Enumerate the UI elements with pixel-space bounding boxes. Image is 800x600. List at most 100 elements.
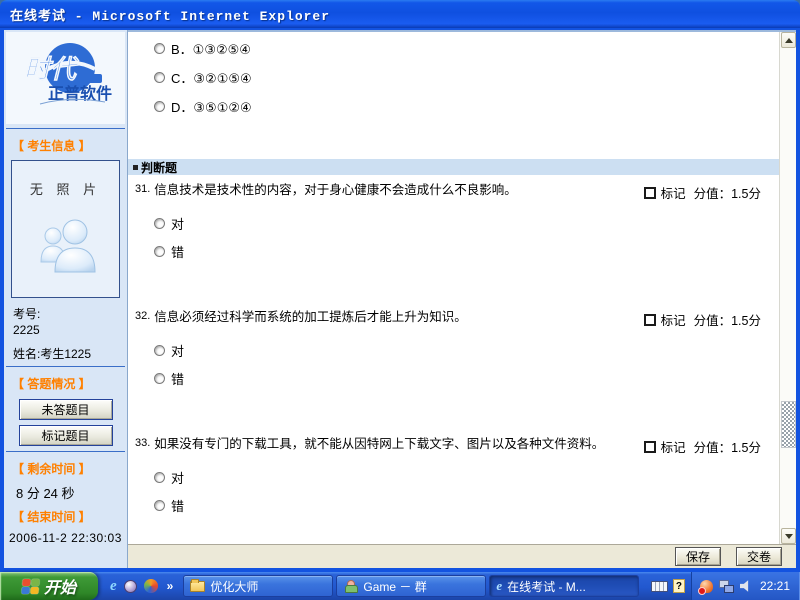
choice-label: 错 — [171, 242, 184, 261]
question-number: 31. — [135, 183, 150, 195]
radio-true[interactable] — [154, 472, 165, 483]
score-label: 分值：1.5分 — [694, 310, 761, 329]
logo-box: 时代 正普软件 — [6, 32, 125, 124]
option-label: B．①③②⑤④ — [171, 39, 251, 58]
task-button-online-exam[interactable]: e 在线考试 - M... — [489, 575, 639, 597]
radio-option-d[interactable] — [154, 101, 165, 112]
exam-sidebar: 时代 正普软件 【 考生信息 】 无 照 片 — [4, 30, 128, 568]
mark-label: 标记 — [661, 183, 686, 202]
choice-label: 对 — [171, 214, 184, 233]
divider — [6, 451, 125, 452]
keyboard-icon[interactable] — [651, 581, 668, 592]
examinee-info-header: 【 考生信息 】 — [4, 133, 127, 156]
question-text: 信息技术是技术性的内容，对于身心健康不会造成什么不良影响。 — [154, 183, 635, 198]
option-row-d[interactable]: D．③⑤①②④ — [154, 100, 779, 113]
submit-paper-button[interactable]: 交卷 — [736, 547, 782, 566]
option-row-c[interactable]: C．③②①⑤④ — [154, 71, 779, 84]
start-button[interactable]: 开始 — [0, 572, 98, 600]
option-label: C．③②①⑤④ — [171, 68, 252, 87]
ie-window: 在线考试 - Microsoft Internet Explorer 时代 正普… — [0, 0, 800, 572]
choice-row-false[interactable]: 错 — [154, 245, 779, 258]
window-body: 时代 正普软件 【 考生信息 】 无 照 片 — [0, 28, 800, 572]
qq-messenger-tray-icon[interactable] — [700, 580, 713, 593]
no-photo-label: 无 照 片 — [12, 179, 119, 198]
question-33: 33. 如果没有专门的下载工具，就不能从因特网上下载文字、图片以及各种文件资料。… — [128, 437, 779, 512]
task-button-area: 优化大师 Game － 群 e 在线考试 - M... — [181, 572, 645, 600]
exam-question-area: B．①③②⑤④ C．③②①⑤④ D．③⑤①②④ — [128, 32, 779, 544]
exam-no-label: 考号: — [13, 306, 118, 322]
section-header-judgement: 判断题 — [128, 159, 779, 175]
divider — [6, 366, 125, 367]
option-row-b[interactable]: B．①③②⑤④ — [154, 42, 779, 55]
scroll-down-button[interactable] — [781, 528, 796, 544]
question-number: 33. — [135, 437, 150, 449]
option-label: D．③⑤①②④ — [171, 97, 252, 116]
answer-status-header: 【 答题情况 】 — [4, 371, 127, 394]
mark-checkbox[interactable] — [644, 314, 656, 326]
mark-checkbox[interactable] — [644, 187, 656, 199]
vertical-scrollbar[interactable] — [779, 32, 796, 544]
task-button-game-group[interactable]: Game － 群 — [336, 575, 486, 597]
folder-icon — [190, 581, 205, 592]
radio-option-b[interactable] — [154, 43, 165, 54]
unanswered-questions-button[interactable]: 未答题目 — [19, 399, 113, 420]
bullet-icon — [133, 165, 138, 170]
radio-option-c[interactable] — [154, 72, 165, 83]
help-icon[interactable]: ? — [673, 579, 685, 593]
taskbar: 开始 e » 优化大师 Game － 群 e 在线考试 - M... ? — [0, 572, 800, 600]
end-time-header: 【 结束时间 】 — [4, 504, 127, 527]
mark-label: 标记 — [661, 437, 686, 456]
exam-no-value: 2225 — [13, 322, 118, 338]
task-button-youhua-dashi[interactable]: 优化大师 — [183, 575, 333, 597]
question-31: 31. 信息技术是技术性的内容，对于身心健康不会造成什么不良影响。 标记 分值：… — [128, 183, 779, 258]
footer-bar: 保存 交卷 — [128, 544, 796, 568]
svg-text:时代: 时代 — [24, 54, 80, 84]
arrow-down-icon — [785, 534, 793, 539]
radio-true[interactable] — [154, 345, 165, 356]
divider — [6, 128, 125, 129]
score-label: 分值：1.5分 — [694, 183, 761, 202]
mark-label: 标记 — [661, 310, 686, 329]
messenger-icon[interactable] — [124, 580, 137, 593]
group-chat-icon — [343, 580, 358, 593]
zhengpu-software-logo: 时代 正普软件 — [10, 36, 122, 120]
choice-row-false[interactable]: 错 — [154, 499, 779, 512]
internet-explorer-icon: e — [496, 578, 502, 594]
media-player-icon[interactable] — [144, 579, 158, 593]
mark-checkbox[interactable] — [644, 441, 656, 453]
remaining-time-header: 【 剩余时间 】 — [4, 456, 127, 479]
radio-false[interactable] — [154, 373, 165, 384]
quick-launch-bar: e » — [98, 572, 181, 600]
radio-false[interactable] — [154, 500, 165, 511]
network-tray-icon[interactable] — [719, 580, 734, 593]
taskbar-clock[interactable]: 22:21 — [760, 579, 790, 593]
choice-row-true[interactable]: 对 — [154, 471, 779, 484]
choice-row-true[interactable]: 对 — [154, 344, 779, 357]
question-32: 32. 信息必须经过科学而系统的加工提炼后才能上升为知识。 标记 分值：1.5分 — [128, 310, 779, 385]
marked-questions-button[interactable]: 标记题目 — [19, 425, 113, 446]
volume-tray-icon[interactable] — [740, 580, 752, 592]
title-bar[interactable]: 在线考试 - Microsoft Internet Explorer — [0, 0, 800, 28]
choice-label: 错 — [171, 496, 184, 515]
choice-row-true[interactable]: 对 — [154, 217, 779, 230]
choice-label: 对 — [171, 468, 184, 487]
section-title: 判断题 — [141, 159, 177, 176]
desktop: 在线考试 - Microsoft Internet Explorer 时代 正普… — [0, 0, 800, 600]
radio-true[interactable] — [154, 218, 165, 229]
save-button[interactable]: 保存 — [675, 547, 721, 566]
scrollbar-thumb[interactable] — [781, 401, 796, 448]
quick-launch-overflow-chevron[interactable]: » — [167, 579, 174, 593]
radio-false[interactable] — [154, 246, 165, 257]
window-title: 在线考试 - Microsoft Internet Explorer — [10, 5, 330, 24]
question-text: 如果没有专门的下载工具，就不能从因特网上下载文字、图片以及各种文件资料。 — [154, 437, 635, 452]
windows-flag-icon — [21, 579, 40, 594]
choice-label: 错 — [171, 369, 184, 388]
question-text: 信息必须经过科学而系统的加工提炼后才能上升为知识。 — [154, 310, 635, 325]
internet-explorer-icon[interactable]: e — [110, 578, 117, 595]
start-label: 开始 — [44, 574, 76, 598]
end-time-value: 2006-11-2 22:30:03 — [4, 527, 127, 547]
users-icon — [35, 210, 97, 276]
language-bar: ? — [645, 572, 691, 600]
choice-row-false[interactable]: 错 — [154, 372, 779, 385]
scroll-up-button[interactable] — [781, 32, 796, 48]
